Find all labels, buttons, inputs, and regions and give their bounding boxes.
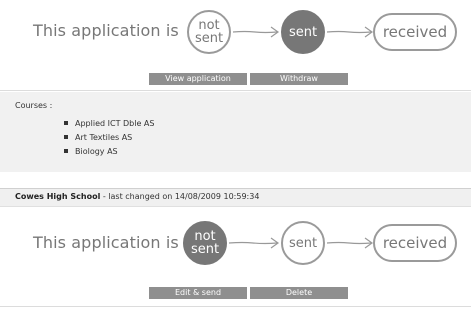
arrow-connector-icon xyxy=(232,26,280,38)
step-received: received xyxy=(373,13,457,51)
withdraw-button[interactable]: Withdraw xyxy=(250,73,348,85)
status-label: This application is xyxy=(33,21,179,40)
application-card-2: This application is not sent sent receiv… xyxy=(0,207,471,307)
list-item: Art Textiles AS xyxy=(64,133,132,142)
arrow-connector-icon xyxy=(326,26,374,38)
step-sent: sent xyxy=(281,10,325,54)
list-item: Applied ICT Dble AS xyxy=(64,119,154,128)
course-name: Art Textiles AS xyxy=(75,133,133,142)
view-application-button[interactable]: View application xyxy=(149,73,247,85)
application-2-header: Cowes High School - last changed on 14/0… xyxy=(0,188,471,207)
application-card-1: This application is not sent sent receiv… xyxy=(0,0,471,91)
step-received-label: received xyxy=(382,233,448,252)
school-line: Cowes High School - last changed on 14/0… xyxy=(15,192,259,201)
bullet-icon xyxy=(64,134,68,139)
step-received-label: received xyxy=(382,22,448,41)
bullet-icon xyxy=(64,148,68,153)
bullet-icon xyxy=(64,120,68,125)
step-sent-label: sent xyxy=(288,24,318,40)
courses-label: Courses : xyxy=(15,101,53,110)
step-received: received xyxy=(373,224,457,262)
school-name: Cowes High School xyxy=(15,192,101,201)
arrow-connector-icon xyxy=(228,237,280,249)
step-sent: sent xyxy=(281,221,325,265)
edit-and-send-button[interactable]: Edit & send xyxy=(149,287,247,299)
course-name: Applied ICT Dble AS xyxy=(75,119,155,128)
list-item: Biology AS xyxy=(64,147,118,156)
step-sent-label: sent xyxy=(288,235,318,251)
last-changed: - last changed on 14/08/2009 10:59:34 xyxy=(100,192,260,201)
step-not-sent: not sent xyxy=(187,10,231,54)
course-name: Biology AS xyxy=(75,147,118,156)
step-not-sent-line2: sent xyxy=(194,31,224,46)
step-not-sent-line2: sent xyxy=(190,242,220,257)
courses-panel: Courses : Applied ICT Dble AS Art Textil… xyxy=(0,92,471,172)
delete-button[interactable]: Delete xyxy=(250,287,348,299)
arrow-connector-icon xyxy=(326,237,374,249)
step-not-sent: not sent xyxy=(183,221,227,265)
status-label: This application is xyxy=(33,233,179,252)
